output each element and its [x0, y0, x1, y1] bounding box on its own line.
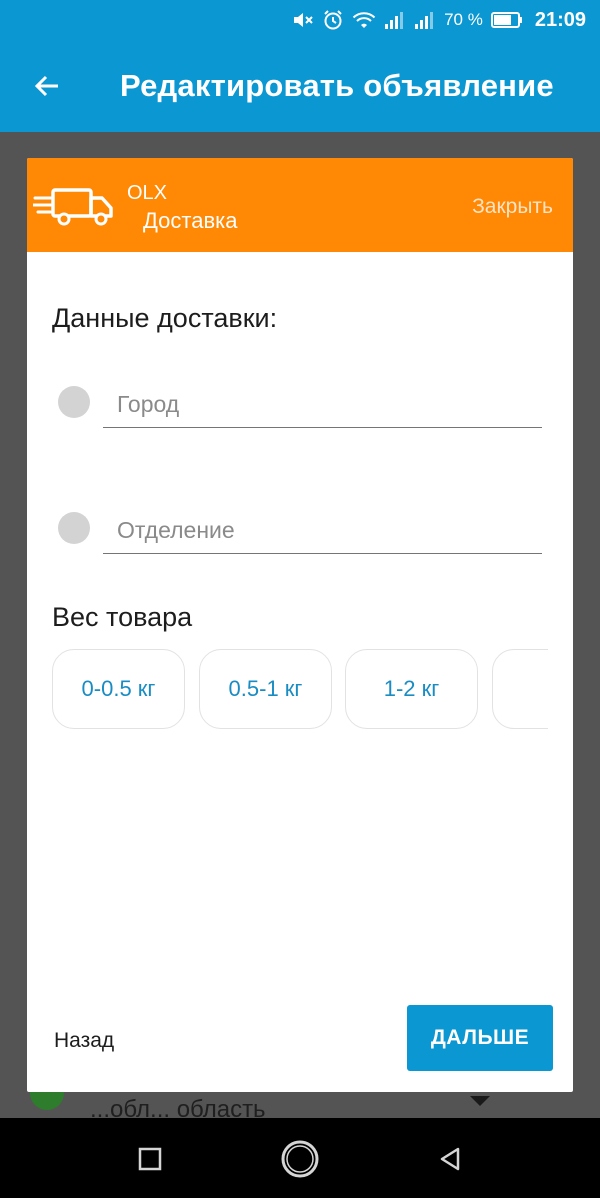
branch-input[interactable] — [103, 508, 542, 554]
home-button[interactable] — [277, 1136, 323, 1182]
wifi-icon — [352, 10, 376, 30]
city-input[interactable] — [103, 382, 542, 428]
weight-chip[interactable]: 1-2 кг — [345, 649, 478, 729]
back-link[interactable]: Назад — [54, 1029, 114, 1053]
alarm-icon — [322, 9, 344, 31]
battery-percent: 70 % — [444, 10, 483, 29]
branch-radio[interactable] — [58, 512, 90, 544]
weight-chip-list[interactable]: 0-0.5 кг 0.5-1 кг 1-2 кг 2- — [52, 649, 548, 729]
dropdown-caret-icon — [470, 1096, 490, 1106]
app-bar: Редактировать объявление — [0, 40, 600, 132]
signal-icon — [384, 10, 406, 30]
dialog-subtitle: Доставка — [143, 208, 238, 233]
close-button[interactable]: Закрыть — [472, 195, 553, 219]
status-bar: 70 % 21:09 — [0, 0, 600, 40]
weight-chip[interactable]: 2- — [492, 649, 548, 729]
back-icon — [440, 1147, 460, 1171]
dialog-header: OLX Доставка Закрыть — [27, 158, 573, 252]
delivery-dialog: OLX Доставка Закрыть Данные доставки: Ве… — [27, 158, 573, 1092]
page-title: Редактировать объявление — [120, 68, 554, 103]
back-button[interactable] — [0, 40, 94, 132]
truck-icon — [33, 188, 113, 226]
signal-icon — [414, 10, 436, 30]
brand-label: OLX — [127, 182, 168, 204]
weight-chip[interactable]: 0.5-1 кг — [199, 649, 332, 729]
nav-back-button[interactable] — [428, 1136, 474, 1182]
city-radio[interactable] — [58, 386, 90, 418]
recents-icon — [138, 1147, 162, 1171]
recents-button[interactable] — [127, 1136, 173, 1182]
weight-chip[interactable]: 0-0.5 кг — [52, 649, 185, 729]
clock: 21:09 — [534, 8, 586, 31]
battery-icon — [490, 11, 523, 29]
home-icon — [281, 1140, 319, 1178]
delivery-section-title: Данные доставки: — [52, 303, 278, 333]
system-nav-bar — [0, 1118, 600, 1198]
mute-icon — [292, 10, 314, 30]
next-button[interactable]: ДАЛЬШЕ — [407, 1005, 553, 1071]
weight-section-title: Вес товара — [52, 602, 193, 632]
arrow-left-icon — [34, 75, 58, 97]
